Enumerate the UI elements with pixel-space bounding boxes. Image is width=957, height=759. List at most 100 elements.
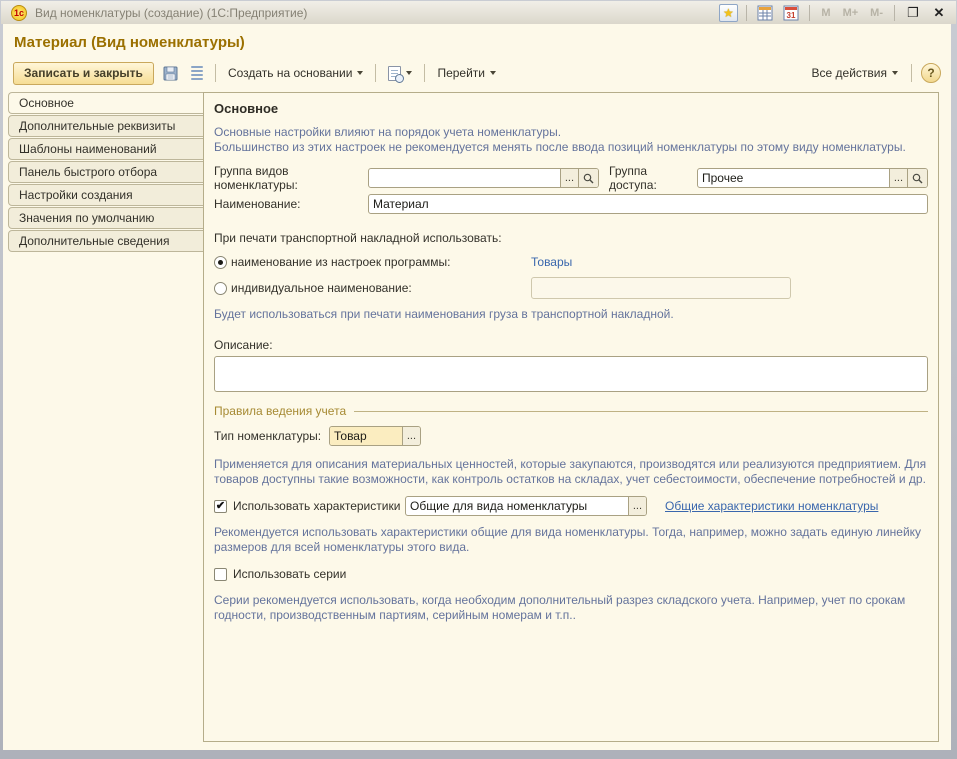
divider [809,5,810,21]
tab-default-values[interactable]: Значения по умолчанию [8,207,204,229]
intro-line-1: Основные настройки влияют на порядок уче… [214,125,928,140]
go-to-menu[interactable]: Перейти [433,63,500,83]
tab-name-templates[interactable]: Шаблоны наименований [8,138,204,160]
tab-main[interactable]: Основное [8,92,204,114]
divider [424,64,425,82]
group-ellipsis-button[interactable]: ... [560,169,578,187]
description-textarea[interactable] [214,356,928,392]
characteristics-ellipsis-button[interactable]: ... [628,497,646,515]
accounting-section: Правила ведения учета [214,403,928,419]
goods-link[interactable]: Товары [531,255,572,269]
section-header-main: Основное [214,101,928,116]
characteristics-input[interactable] [406,497,628,515]
chevron-down-icon [406,71,412,75]
floppy-icon [163,66,178,81]
all-actions-menu[interactable]: Все действия [808,63,902,83]
help-button[interactable]: ? [921,63,941,83]
divider [911,64,912,82]
name-input-group [368,194,928,214]
group-input[interactable] [369,169,560,187]
name-input[interactable] [369,195,927,213]
tab-additional-info[interactable]: Дополнительные сведения [8,230,204,252]
access-search-button[interactable] [907,169,927,187]
divider [894,5,895,21]
group-label: Группа видов номенклатуры: [214,164,368,192]
toolbar: Записать и закрыть Создать на основани [13,60,941,86]
document-clock-icon [388,66,401,81]
main-panel: Основное Основные настройки влияют на по… [203,92,939,742]
chevron-down-icon [357,71,363,75]
series-note: Серии рекомендуется использовать, когда … [214,593,928,623]
sidebar-tabs: Основное Дополнительные реквизиты Шаблон… [8,92,204,253]
divider [375,64,376,82]
calendar-button[interactable]: 31 [780,3,802,22]
type-label: Тип номенклатуры: [214,429,329,443]
tab-quick-filter-panel[interactable]: Панель быстрого отбора [8,161,204,183]
radio-program-name-label: наименование из настроек программы: [231,255,531,269]
characteristics-row: ✔ Использовать характеристики ... Общие … [214,495,928,517]
memory-button[interactable]: М [817,7,834,19]
page-title: Материал (Вид номенклатуры) [14,34,245,51]
radio-individual-name-label: индивидуальное наименование: [231,281,531,295]
chevron-down-icon [892,71,898,75]
description-wrap [214,356,928,395]
intro-text: Основные настройки влияют на порядок уче… [214,125,928,155]
characteristics-note: Рекомендуется использовать характеристик… [214,525,928,555]
calculator-button[interactable] [754,3,776,22]
memory-minus-button[interactable]: М- [866,7,887,19]
section-rule [354,411,928,412]
maximize-button[interactable]: ❐ [902,3,924,22]
use-series-checkbox[interactable] [214,568,227,581]
create-based-on-menu[interactable]: Создать на основании [224,63,368,83]
svg-text:31: 31 [787,11,796,20]
type-input[interactable] [330,427,402,445]
type-ellipsis-button[interactable]: ... [402,427,420,445]
favorites-button[interactable]: ★ [717,3,739,22]
type-row: Тип номенклатуры: ... [214,425,928,447]
list-icon [191,66,203,81]
toolbar-right: Все действия ? [808,63,941,83]
toolbar-left: Записать и закрыть Создать на основани [13,62,500,85]
tab-additional-attributes[interactable]: Дополнительные реквизиты [8,115,204,137]
magnifier-icon [912,173,923,184]
radio-row-program-name: наименование из настроек программы: Това… [214,253,928,271]
save-and-close-button[interactable]: Записать и закрыть [13,62,154,85]
divider [215,64,216,82]
group-input-group: ... [368,168,599,188]
access-ellipsis-button[interactable]: ... [889,169,907,187]
go-to-label: Перейти [437,66,485,80]
tab-creation-settings[interactable]: Настройки создания [8,184,204,206]
accounting-section-title: Правила ведения учета [214,404,346,418]
app-logo-icon: 1с [11,5,27,21]
document-history-menu[interactable] [384,63,416,84]
chevron-down-icon [490,71,496,75]
radio-individual-name[interactable] [214,282,227,295]
client-area: Материал (Вид номенклатуры) Записать и з… [3,24,951,750]
group-row: Группа видов номенклатуры: ... Группа до… [214,167,928,189]
characteristics-input-group: ... [405,496,647,516]
list-button[interactable] [187,63,207,84]
group-search-button[interactable] [578,169,598,187]
memory-plus-button[interactable]: М+ [839,7,863,19]
title-bar: 1с Вид номенклатуры (создание) (1С:Предп… [1,1,956,24]
name-label: Наименование: [214,197,368,211]
window-title: Вид номенклатуры (создание) (1С:Предприя… [35,6,307,20]
radio-program-name[interactable] [214,256,227,269]
create-based-on-label: Создать на основании [228,66,353,80]
divider [746,5,747,21]
common-characteristics-link[interactable]: Общие характеристики номенклатуры [665,499,878,513]
close-button[interactable]: ✕ [928,3,950,22]
access-group-input[interactable] [698,169,889,187]
calendar-icon: 31 [783,5,799,21]
access-group-label: Группа доступа: [609,164,697,192]
star-icon: ★ [719,4,738,22]
calculator-icon [757,5,773,21]
magnifier-icon [583,173,594,184]
titlebar-controls: ★ 31 М [717,3,950,22]
individual-name-input[interactable] [531,277,791,299]
radio-row-individual-name: индивидуальное наименование: [214,277,928,299]
save-button[interactable] [159,63,182,84]
series-row: Использовать серии [214,565,928,583]
transport-caption: При печати транспортной накладной исполь… [214,231,928,245]
use-characteristics-checkbox[interactable]: ✔ [214,500,227,513]
